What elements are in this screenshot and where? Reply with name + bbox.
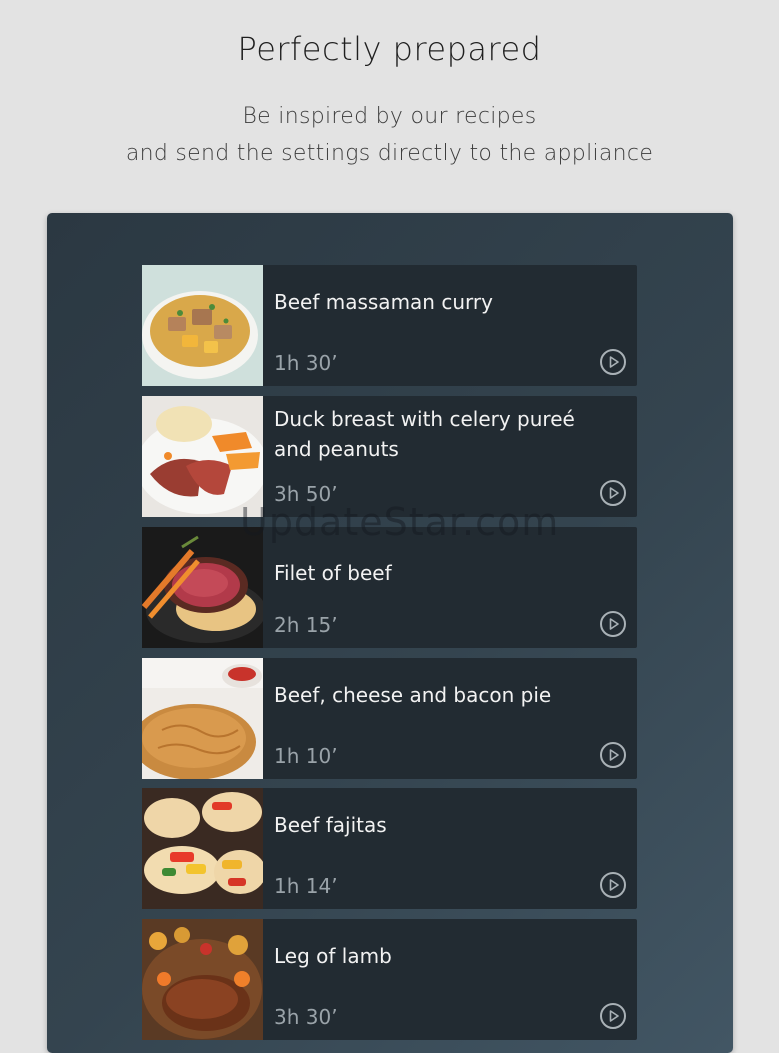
page-title: Perfectly prepared <box>237 30 542 68</box>
recipe-time: 1h 30’ <box>274 351 338 375</box>
play-icon[interactable] <box>600 1003 626 1029</box>
play-icon[interactable] <box>600 611 626 637</box>
play-icon[interactable] <box>600 872 626 898</box>
recipe-title: Beef massaman curry <box>274 290 493 314</box>
play-icon[interactable] <box>600 480 626 506</box>
recipe-card[interactable]: Duck breast with celery pureé and peanut… <box>142 396 637 517</box>
recipe-time: 1h 10’ <box>274 744 338 768</box>
recipe-title: Beef fajitas <box>274 813 387 837</box>
recipe-image-duck <box>142 396 263 517</box>
watermark-text: UpdateStar.com <box>240 500 560 544</box>
recipe-time: 3h 30’ <box>274 1005 338 1029</box>
play-icon[interactable] <box>600 742 626 768</box>
recipe-card[interactable]: Filet of beef 2h 15’ <box>142 527 637 648</box>
recipe-title: Leg of lamb <box>274 944 392 968</box>
recipe-image-fajitas <box>142 788 263 909</box>
play-icon[interactable] <box>600 349 626 375</box>
recipe-time: 2h 15’ <box>274 613 338 637</box>
page-subtitle-line-2: and send the settings directly to the ap… <box>125 141 654 166</box>
recipe-card[interactable]: Beef, cheese and bacon pie 1h 10’ <box>142 658 637 779</box>
recipe-time: 1h 14’ <box>274 874 338 898</box>
page-subtitle-line-1: Be inspired by our recipes <box>242 104 537 129</box>
recipe-title: Duck breast with celery pureé and peanut… <box>274 407 575 461</box>
recipe-card[interactable]: Beef massaman curry 1h 30’ <box>142 265 637 386</box>
recipe-card[interactable]: Leg of lamb 3h 30’ <box>142 919 637 1040</box>
recipe-image-curry <box>142 265 263 386</box>
recipe-image-beef-filet <box>142 527 263 648</box>
recipe-image-pie <box>142 658 263 779</box>
recipe-card[interactable]: Beef fajitas 1h 14’ <box>142 788 637 909</box>
recipe-title: Beef, cheese and bacon pie <box>274 683 552 707</box>
recipe-title: Filet of beef <box>274 561 392 585</box>
recipe-image-lamb <box>142 919 263 1040</box>
